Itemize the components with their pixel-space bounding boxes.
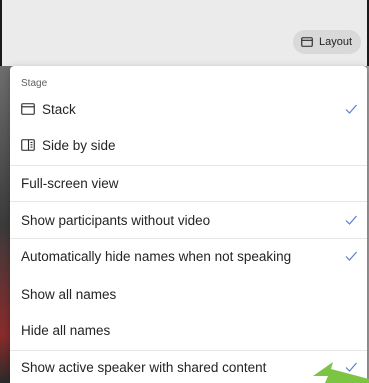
check-icon <box>344 249 358 263</box>
check-icon <box>344 102 358 116</box>
menu-item-label: Side by side <box>42 137 116 153</box>
menu-item-label: Stack <box>42 101 76 117</box>
layout-button-label: Layout <box>318 36 352 48</box>
menu-divider <box>10 201 367 202</box>
menu-item-full-screen-view[interactable]: Full-screen view <box>10 168 367 198</box>
menu-item-show-all-names[interactable]: Show all names <box>10 279 367 309</box>
layout-icon <box>301 37 313 47</box>
stack-icon <box>21 103 35 115</box>
menu-item-label: Automatically hide names when not speaki… <box>21 248 292 264</box>
menu-item-label: Show participants without video <box>21 212 211 228</box>
layout-menu: Stage Stack Side by side Full-screen vie… <box>10 66 367 383</box>
menu-item-label: Hide all names <box>21 322 111 338</box>
side-by-side-icon <box>21 139 35 151</box>
menu-item-label: Full-screen view <box>21 175 119 191</box>
menu-item-auto-hide-names[interactable]: Automatically hide names when not speaki… <box>10 241 367 271</box>
menu-divider <box>10 238 367 239</box>
menu-item-side-by-side[interactable]: Side by side <box>10 130 367 160</box>
menu-divider <box>10 165 367 166</box>
menu-divider <box>10 350 367 351</box>
layout-button[interactable]: Layout <box>292 30 361 54</box>
section-label-stage: Stage <box>21 78 48 89</box>
check-icon <box>344 213 358 227</box>
menu-item-hide-all-names[interactable]: Hide all names <box>10 315 367 345</box>
annotation-arrow-icon <box>311 362 369 383</box>
menu-item-show-participants-without-video[interactable]: Show participants without video <box>10 205 367 235</box>
menu-item-label: Show all names <box>21 286 117 302</box>
meeting-toolbar: Layout <box>0 0 369 66</box>
menu-item-label: Show active speaker with shared content <box>21 359 267 375</box>
menu-item-stack[interactable]: Stack <box>10 94 367 124</box>
